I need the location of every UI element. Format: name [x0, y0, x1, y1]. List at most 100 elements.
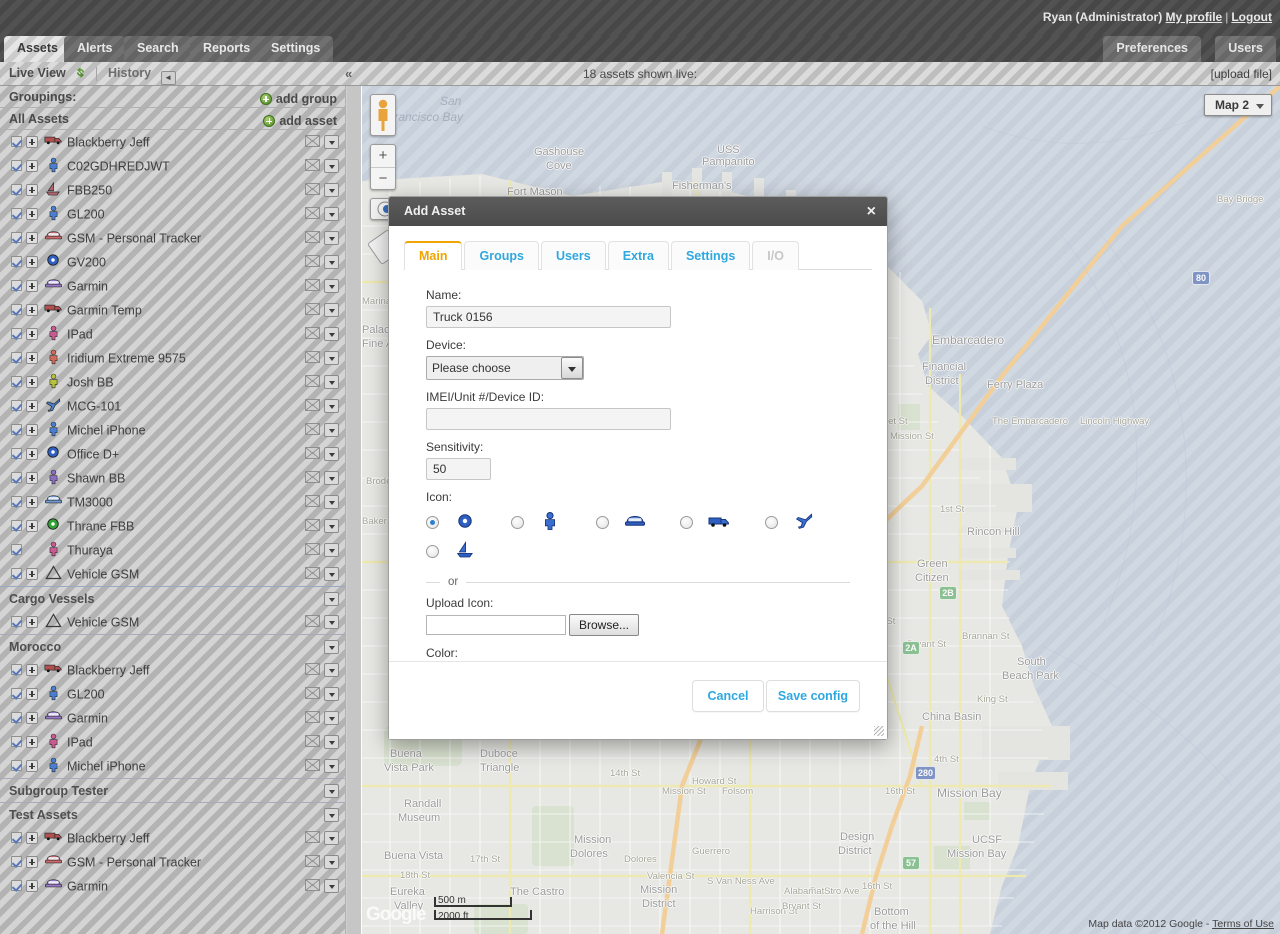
- asset-row[interactable]: GSM - Personal Tracker: [0, 850, 345, 874]
- upload-icon-input[interactable]: [426, 615, 566, 635]
- asset-visibility-checkbox[interactable]: [11, 448, 22, 459]
- tab-reports[interactable]: Reports: [190, 36, 263, 62]
- asset-visibility-checkbox[interactable]: [11, 688, 22, 699]
- zoom-out-button[interactable]: −: [371, 168, 395, 190]
- asset-visibility-checkbox[interactable]: [11, 280, 22, 291]
- asset-menu-button[interactable]: [324, 447, 339, 461]
- message-icon[interactable]: [305, 447, 320, 459]
- message-icon[interactable]: [305, 423, 320, 435]
- asset-menu-button[interactable]: [324, 543, 339, 557]
- message-icon[interactable]: [305, 471, 320, 483]
- asset-menu-button[interactable]: [324, 735, 339, 749]
- asset-expand-button[interactable]: [26, 208, 38, 220]
- asset-row[interactable]: TM3000: [0, 490, 345, 514]
- asset-expand-button[interactable]: [26, 400, 38, 412]
- asset-visibility-checkbox[interactable]: [11, 160, 22, 171]
- asset-menu-button[interactable]: [324, 615, 339, 629]
- icon-radio-dot[interactable]: [426, 516, 439, 529]
- sensitivity-input[interactable]: [426, 458, 491, 480]
- asset-row[interactable]: Thrane FBB: [0, 514, 345, 538]
- icon-option-plane[interactable]: [765, 512, 850, 533]
- tab-settings[interactable]: Settings: [258, 36, 333, 62]
- asset-menu-button[interactable]: [324, 879, 339, 893]
- message-icon[interactable]: [305, 159, 320, 171]
- asset-expand-button[interactable]: [26, 304, 38, 316]
- asset-expand-button[interactable]: [26, 232, 38, 244]
- add-asset-button[interactable]: add asset: [263, 110, 337, 132]
- asset-expand-button[interactable]: [26, 256, 38, 268]
- asset-row[interactable]: Garmin Temp: [0, 298, 345, 322]
- icon-radio-plane[interactable]: [765, 516, 778, 529]
- icon-radio-truck[interactable]: [680, 516, 693, 529]
- asset-row[interactable]: Office D+: [0, 442, 345, 466]
- asset-expand-button[interactable]: [26, 472, 38, 484]
- icon-radio-boat[interactable]: [426, 545, 439, 558]
- zoom-controls[interactable]: + −: [370, 144, 396, 190]
- asset-row[interactable]: Shawn BB: [0, 466, 345, 490]
- asset-menu-button[interactable]: [324, 855, 339, 869]
- dialog-tab-extra[interactable]: Extra: [608, 241, 669, 270]
- message-icon[interactable]: [305, 711, 320, 723]
- tab-preferences[interactable]: Preferences: [1103, 36, 1201, 62]
- tab-search[interactable]: Search: [124, 36, 192, 62]
- asset-row[interactable]: Garmin: [0, 874, 345, 898]
- save-config-button[interactable]: Save config: [766, 680, 860, 712]
- asset-row[interactable]: Michel iPhone: [0, 418, 345, 442]
- message-icon[interactable]: [305, 207, 320, 219]
- asset-visibility-checkbox[interactable]: [11, 304, 22, 315]
- icon-option-person[interactable]: [511, 512, 596, 533]
- group-menu-button[interactable]: [324, 592, 339, 606]
- close-icon[interactable]: ×: [867, 201, 876, 223]
- group-menu-button[interactable]: [324, 640, 339, 654]
- asset-visibility-checkbox[interactable]: [11, 424, 22, 435]
- asset-menu-button[interactable]: [324, 687, 339, 701]
- asset-visibility-checkbox[interactable]: [11, 232, 22, 243]
- message-icon[interactable]: [305, 231, 320, 243]
- message-icon[interactable]: [305, 183, 320, 195]
- dialog-resize-grip[interactable]: [874, 726, 884, 736]
- asset-visibility-checkbox[interactable]: [11, 568, 22, 579]
- asset-expand-button[interactable]: [26, 856, 38, 868]
- asset-expand-button[interactable]: [26, 712, 38, 724]
- asset-expand-button[interactable]: [26, 424, 38, 436]
- message-icon[interactable]: [305, 735, 320, 747]
- message-icon[interactable]: [305, 303, 320, 315]
- group-header-test-assets[interactable]: Test Assets: [0, 802, 345, 826]
- message-icon[interactable]: [305, 351, 320, 363]
- asset-menu-button[interactable]: [324, 759, 339, 773]
- dialog-tab-users[interactable]: Users: [541, 241, 606, 270]
- asset-menu-button[interactable]: [324, 495, 339, 509]
- asset-row[interactable]: Blackberry Jeff: [0, 130, 345, 154]
- cancel-button[interactable]: Cancel: [692, 680, 764, 712]
- asset-menu-button[interactable]: [324, 567, 339, 581]
- browse-button[interactable]: Browse...: [569, 614, 639, 636]
- group-header-subgroup-tester[interactable]: Subgroup Tester: [0, 778, 345, 802]
- asset-row[interactable]: Garmin: [0, 706, 345, 730]
- asset-expand-button[interactable]: [26, 184, 38, 196]
- asset-menu-button[interactable]: [324, 279, 339, 293]
- asset-expand-button[interactable]: [26, 136, 38, 148]
- message-icon[interactable]: [305, 855, 320, 867]
- asset-row[interactable]: GSM - Personal Tracker: [0, 226, 345, 250]
- asset-visibility-checkbox[interactable]: [11, 712, 22, 723]
- dialog-tab-settings[interactable]: Settings: [671, 241, 750, 270]
- message-icon[interactable]: [305, 663, 320, 675]
- message-icon[interactable]: [305, 543, 320, 555]
- tab-alerts[interactable]: Alerts: [64, 36, 125, 62]
- message-icon[interactable]: [305, 519, 320, 531]
- asset-row[interactable]: MCG-101: [0, 394, 345, 418]
- message-icon[interactable]: [305, 279, 320, 291]
- asset-visibility-checkbox[interactable]: [11, 352, 22, 363]
- asset-row[interactable]: C02GDHREDJWT: [0, 154, 345, 178]
- asset-menu-button[interactable]: [324, 399, 339, 413]
- asset-row[interactable]: Iridium Extreme 9575: [0, 346, 345, 370]
- asset-visibility-checkbox[interactable]: [11, 256, 22, 267]
- message-icon[interactable]: [305, 615, 320, 627]
- asset-visibility-checkbox[interactable]: [11, 472, 22, 483]
- asset-visibility-checkbox[interactable]: [11, 544, 22, 555]
- asset-row[interactable]: GL200: [0, 202, 345, 226]
- upload-file-link[interactable]: [upload file]: [1211, 67, 1272, 81]
- asset-visibility-checkbox[interactable]: [11, 376, 22, 387]
- my-profile-link[interactable]: My profile: [1166, 10, 1223, 24]
- icon-option-truck[interactable]: [680, 514, 765, 531]
